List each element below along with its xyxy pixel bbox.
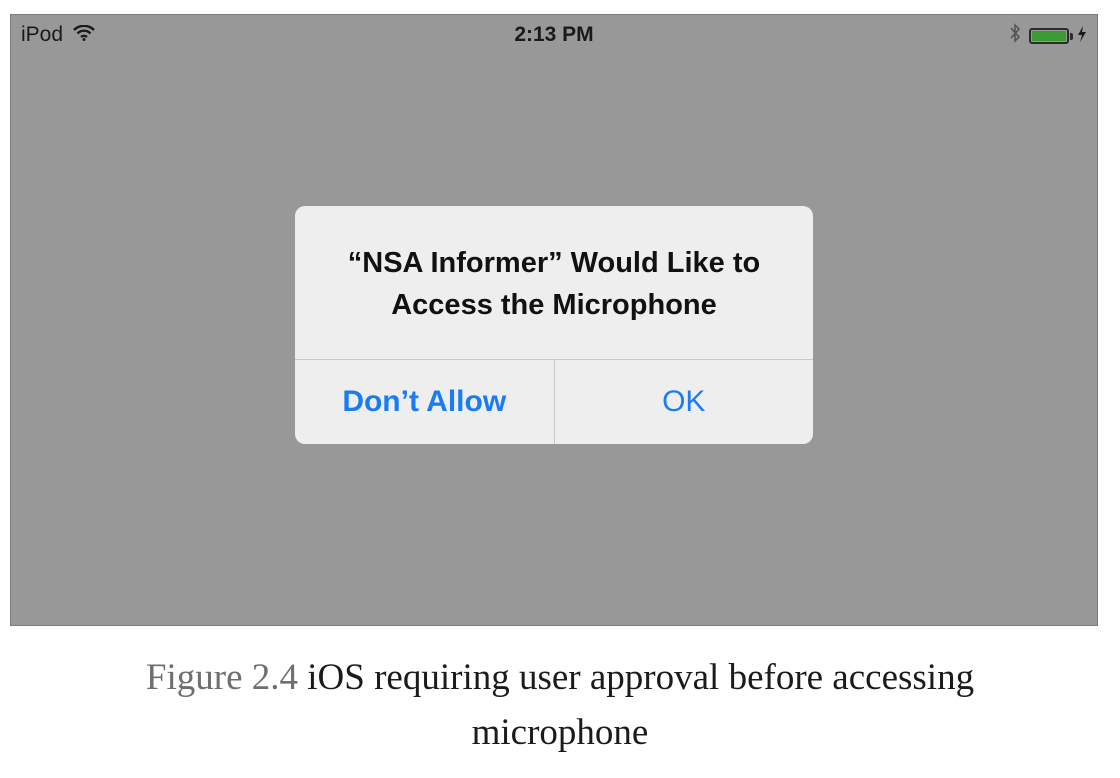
status-right <box>1009 23 1087 49</box>
bluetooth-icon <box>1009 23 1021 49</box>
permission-alert: “NSA Informer” Would Like to Access the … <box>295 206 813 444</box>
ok-button[interactable]: OK <box>555 360 814 444</box>
alert-title: “NSA Informer” Would Like to Access the … <box>295 242 813 326</box>
alert-title-line1: “NSA Informer” Would Like to <box>347 247 761 279</box>
figure-caption: Figure 2.4 iOS requiring user approval b… <box>0 650 1120 760</box>
status-bar: iPod 2:13 PM <box>11 15 1097 55</box>
battery-cap <box>1070 33 1073 40</box>
figure-label: Figure 2.4 <box>145 657 299 698</box>
alert-buttons: Don’t Allow OK <box>295 360 813 444</box>
caption-line1: Figure 2.4 iOS requiring user approval b… <box>0 650 1120 705</box>
battery-icon <box>1029 28 1073 44</box>
charging-icon <box>1077 24 1087 48</box>
caption-text-line1: iOS requiring user approval before acces… <box>307 657 975 698</box>
alert-title-line2: Access the Microphone <box>391 289 717 321</box>
device-screen: iPod 2:13 PM “NSA Informer” Would Like t… <box>10 14 1098 626</box>
caption-text-line2: microphone <box>471 712 649 753</box>
battery-level <box>1032 31 1066 41</box>
status-time: 2:13 PM <box>514 23 594 46</box>
dont-allow-button[interactable]: Don’t Allow <box>295 360 554 444</box>
